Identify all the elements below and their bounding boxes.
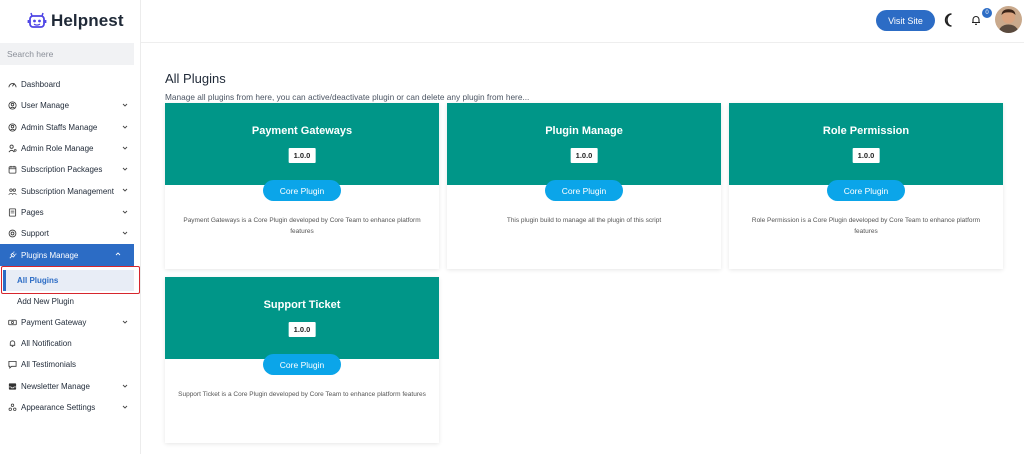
appearance-icon [8,403,17,412]
sidebar-item-label: All Notification [21,339,72,349]
sidebar-item-label: Subscription Packages [21,165,103,175]
sidebar-item-label: Appearance Settings [21,403,96,412]
robot-logo-icon [27,12,47,28]
sidebar-item-newsletter-manage[interactable]: Newsletter Manage [0,376,141,397]
brand[interactable]: Helpnest [27,8,124,34]
card-description: Role Permission is a Core Plugin develop… [751,217,981,235]
inbox-icon [8,382,17,391]
sidebar-item-label: Subscription Management [21,186,114,196]
sidebar-menu: Dashboard User Manage Admin Staffs Manag… [0,74,141,418]
page-icon [8,208,17,217]
moon-icon[interactable] [942,12,956,28]
sidebar-item-pages[interactable]: Pages [0,202,141,223]
page-subtitle: Manage all plugins from here, you can ac… [165,92,530,102]
sidebar-item-label: Newsletter Manage [21,381,90,391]
sidebar-subitem-add-new-plugin[interactable]: Add New Plugin [0,291,141,312]
card-header [447,103,721,185]
sidebar-item-plugins-manage[interactable]: Plugins Manage [0,244,134,266]
chevron-down-icon [122,125,128,129]
chevron-down-icon [122,231,128,235]
card-description: Support Ticket is a Core Plugin develope… [178,391,426,398]
sidebar-item-support[interactable]: Support [0,223,141,244]
sidebar-item-label: All Testimonials [21,360,76,370]
sidebar-subitem-label: All Plugins [17,275,59,285]
plug-icon [8,250,17,260]
user-circle-icon [8,123,17,132]
users-icon [8,187,17,196]
sidebar-item-admin-staffs-manage[interactable]: Admin Staffs Manage [0,117,141,138]
chevron-up-icon [115,252,121,256]
card-title: Support Ticket [263,299,341,311]
sidebar: Helpnest Dashboard User Manage Admin Sta… [0,0,141,454]
avatar-image [995,6,1022,33]
card-description: This plugin build to manage all the plug… [506,217,662,224]
sidebar-subitem-all-plugins[interactable]: All Plugins [3,269,134,291]
sidebar-item-label: User Manage [21,101,70,111]
role-icon [8,144,17,153]
chevron-down-icon [122,210,128,214]
plugin-card-role-permission: Role Permission 1.0.0 Core Plugin Role P… [729,103,1003,269]
plugin-card-support-ticket: Support Ticket 1.0.0 Core Plugin Support… [165,277,439,443]
sidebar-item-subscription-management[interactable]: Subscription Management [0,180,141,201]
notification-count-badge: 0 [982,8,992,18]
core-plugin-button[interactable]: Core Plugin [263,354,341,375]
version-badge: 1.0.0 [288,148,316,163]
money-icon [8,318,17,327]
calendar-icon [8,165,17,174]
sidebar-item-payment-gateway[interactable]: Payment Gateway [0,312,141,333]
card-title: Plugin Manage [545,125,623,137]
card-header [165,277,439,359]
user-avatar[interactable] [995,6,1022,33]
version-badge: 1.0.0 [852,148,880,163]
main-content: All Plugins Manage all plugins from here… [141,44,1024,454]
sidebar-item-user-manage[interactable]: User Manage [0,95,141,116]
chevron-down-icon [122,146,128,150]
sidebar-item-subscription-packages[interactable]: Subscription Packages [0,159,141,180]
chevron-down-icon [122,405,128,409]
support-icon [8,229,17,238]
page-title: All Plugins [165,71,226,86]
notification-bell-icon[interactable] [970,14,982,26]
top-header: Visit Site 0 [141,0,1024,43]
search-input[interactable] [0,43,134,65]
core-plugin-button[interactable]: Core Plugin [545,180,623,201]
sidebar-item-label: Dashboard [21,80,61,90]
sidebar-item-label: Payment Gateway [21,317,87,327]
chevron-down-icon [122,103,128,107]
sidebar-item-all-testimonials[interactable]: All Testimonials [0,354,141,375]
sidebar-item-label: Pages [21,207,44,217]
sidebar-item-admin-role-manage[interactable]: Admin Role Manage [0,138,141,159]
chat-icon [8,360,17,370]
chevron-down-icon [122,384,128,388]
plugin-card-plugin-manage: Plugin Manage 1.0.0 Core Plugin This plu… [447,103,721,269]
sidebar-item-label: Plugins Manage [21,250,79,260]
card-title: Role Permission [822,125,910,137]
bell-icon [8,339,17,348]
chevron-down-icon [122,189,128,193]
sidebar-item-label: Admin Role Manage [21,144,94,154]
chevron-down-icon [122,320,128,324]
core-plugin-button[interactable]: Core Plugin [263,180,341,201]
user-icon [8,101,17,110]
card-description: Payment Gateways is a Core Plugin develo… [183,217,421,235]
card-header [729,103,1003,185]
core-plugin-button[interactable]: Core Plugin [827,180,905,201]
sidebar-item-appearance-settings[interactable]: Appearance Settings [0,397,141,418]
card-title: Payment Gateways [251,125,353,137]
brand-name: Helpnest [51,11,124,30]
sidebar-item-dashboard[interactable]: Dashboard [0,74,141,95]
card-header [165,103,439,185]
dashboard-icon [8,80,17,89]
version-badge: 1.0.0 [288,322,316,337]
chevron-down-icon [122,167,128,171]
plugin-card-payment-gateways: Payment Gateways 1.0.0 Core Plugin Payme… [165,103,439,269]
sidebar-subitem-label: Add New Plugin [17,296,74,306]
sidebar-item-all-notification[interactable]: All Notification [0,333,141,354]
version-badge: 1.0.0 [570,148,598,163]
sidebar-item-label: Support [21,229,50,239]
visit-site-button[interactable]: Visit Site [876,10,935,31]
sidebar-item-label: Admin Staffs Manage [21,122,98,132]
